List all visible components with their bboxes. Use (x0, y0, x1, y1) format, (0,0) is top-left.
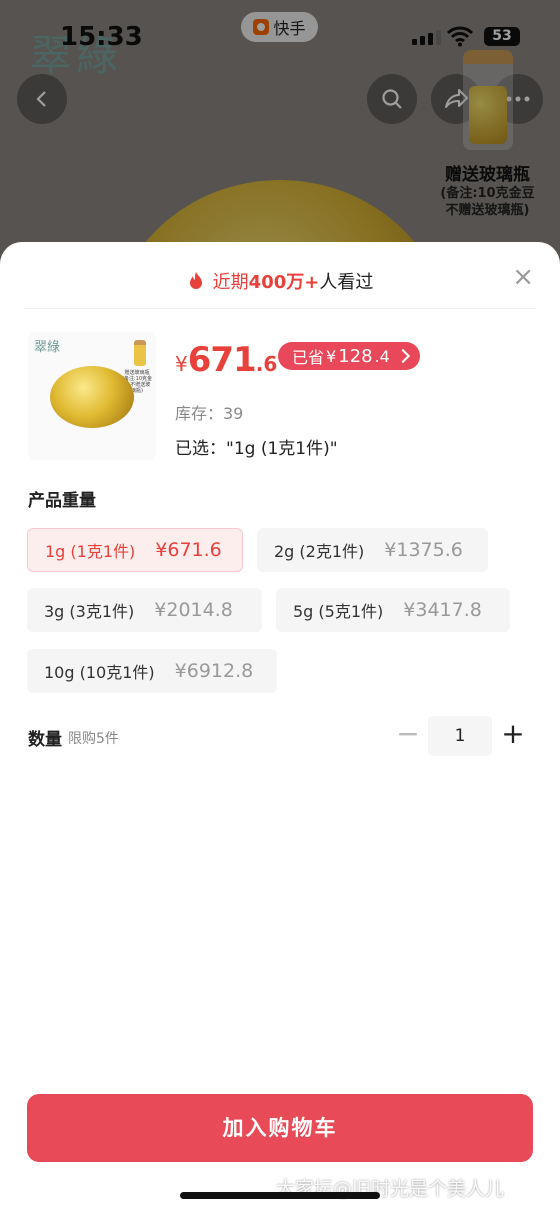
quantity-input[interactable]: 1 (428, 716, 492, 756)
home-indicator[interactable] (180, 1192, 380, 1199)
price-integer: 671 (187, 340, 257, 380)
thumb-bottle-image (134, 340, 146, 366)
header-divider (24, 308, 536, 309)
quantity-limit: 限购5件 (68, 731, 119, 747)
spec-option-price: ¥6912.8 (174, 660, 254, 682)
saved-decimal: .4 (374, 346, 390, 366)
thumb-brand-text: 翠綠 (34, 340, 61, 355)
quantity-decrease-button[interactable]: − (396, 716, 420, 752)
spec-option-10g[interactable]: 10g (10克1件) ¥6912.8 (27, 649, 277, 693)
chevron-right-icon (395, 348, 410, 364)
views-banner: 近期400万+人看过 (0, 268, 560, 294)
spec-option-price: ¥1375.6 (384, 539, 463, 561)
spec-section-title: 产品重量 (28, 491, 96, 511)
spec-option-label: 10g (10克1件) (44, 663, 155, 682)
spec-option-5g[interactable]: 5g (5克1件) ¥3417.8 (276, 588, 510, 632)
stock-text: 库存：39 (175, 404, 244, 423)
quantity-increase-button[interactable]: + (500, 716, 526, 752)
add-to-cart-button[interactable]: 加入购物车 (27, 1094, 533, 1162)
product-price: ¥671.6 (175, 340, 277, 380)
product-thumbnail[interactable]: 翠綠 赠送玻璃瓶 (备注:10克金豆 不赠送玻璃瓶) (28, 332, 156, 460)
sheet-header: 近期400万+人看过 × (0, 242, 560, 308)
spec-option-price: ¥2014.8 (154, 599, 233, 621)
spec-option-label: 5g (5克1件) (293, 602, 384, 621)
spec-option-price: ¥671.6 (155, 539, 222, 561)
spec-option-1g[interactable]: 1g (1克1件) ¥671.6 (27, 528, 243, 572)
views-prefix: 近期 (212, 272, 249, 293)
saved-currency: ¥ (326, 346, 337, 366)
quantity-label: 数量 (28, 730, 62, 750)
views-count: 400万+ (248, 272, 320, 293)
price-decimal: .6 (255, 352, 278, 376)
saved-integer: 128 (338, 345, 373, 367)
spec-option-label: 2g (2克1件) (274, 542, 365, 561)
spec-option-label: 1g (1克1件) (45, 542, 136, 561)
views-suffix: 人看过 (319, 272, 374, 293)
spec-option-2g[interactable]: 2g (2克1件) ¥1375.6 (257, 528, 488, 572)
spec-option-label: 3g (3克1件) (44, 602, 135, 621)
close-button[interactable]: × (512, 264, 534, 290)
price-currency: ¥ (175, 352, 188, 376)
spec-option-price: ¥3417.8 (403, 599, 482, 621)
fire-icon (189, 272, 202, 289)
sku-selector-sheet: 近期400万+人看过 × 翠綠 赠送玻璃瓶 (备注:10克金豆 不赠送玻璃瓶) … (0, 242, 560, 1212)
saved-badge[interactable]: 已省 ¥128.4 (278, 342, 420, 370)
selected-spec-text: 已选："1g (1克1件)" (175, 439, 338, 459)
spec-option-3g[interactable]: 3g (3克1件) ¥2014.8 (27, 588, 262, 632)
saved-label: 已省 (292, 348, 325, 367)
thumb-gold-image (50, 366, 134, 428)
